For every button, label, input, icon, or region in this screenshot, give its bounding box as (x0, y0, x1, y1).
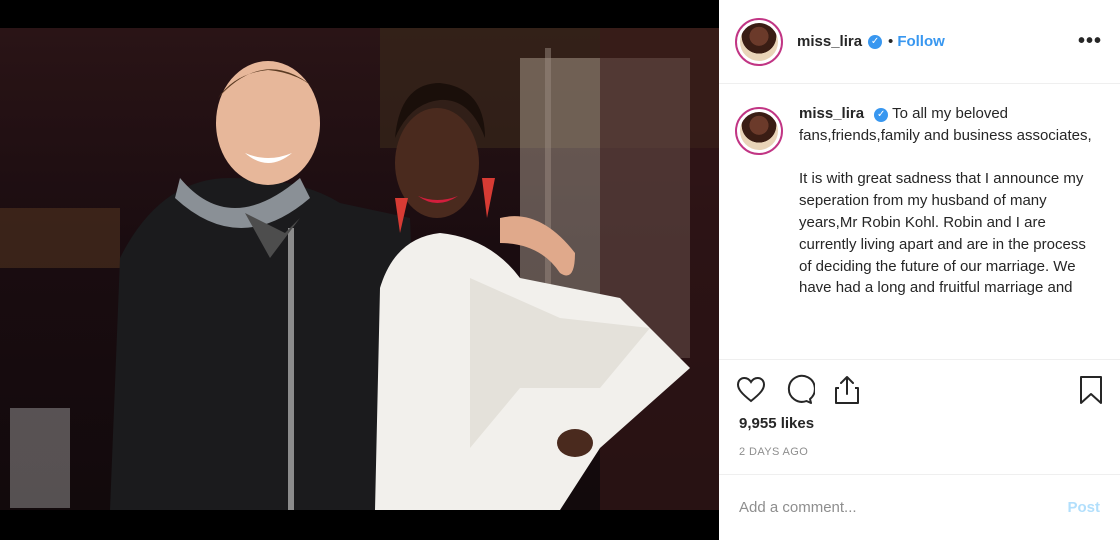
post-photo[interactable] (0, 28, 719, 510)
caption-username[interactable]: miss_lira (799, 105, 864, 122)
avatar-image (740, 112, 778, 150)
post-header: miss_lira ✓ • Follow ••• (719, 0, 1120, 84)
comment-icon[interactable] (783, 374, 815, 406)
share-icon[interactable] (831, 374, 863, 406)
instagram-post: miss_lira ✓ • Follow ••• miss_lira ✓ To … (0, 0, 1120, 540)
follow-button[interactable]: Follow (897, 33, 945, 50)
bookmark-icon[interactable] (1075, 374, 1107, 406)
post-timestamp[interactable]: 2 DAYS AGO (739, 446, 808, 458)
separator-dot: • (888, 33, 894, 50)
post-comment-button[interactable]: Post (1067, 499, 1100, 516)
caption-avatar[interactable] (735, 107, 783, 155)
verified-badge-icon: ✓ (874, 108, 889, 122)
comment-input[interactable] (739, 499, 1068, 516)
caption-text: To all my beloved fans,friends,family an… (799, 105, 1092, 297)
verified-badge-icon: ✓ (868, 34, 883, 49)
like-count[interactable]: 9,955 likes (739, 415, 814, 432)
caption: miss_lira ✓ To all my beloved fans,frien… (799, 103, 1099, 359)
photo-illustration (0, 28, 719, 510)
post-media (0, 0, 719, 540)
more-options-icon[interactable]: ••• (1078, 30, 1102, 53)
avatar-image (740, 22, 778, 61)
header-username[interactable]: miss_lira (797, 33, 862, 50)
author-avatar[interactable] (735, 17, 783, 66)
comment-box: Post (719, 474, 1120, 540)
heart-icon[interactable] (735, 374, 767, 406)
caption-area: miss_lira ✓ To all my beloved fans,frien… (719, 85, 1120, 359)
post-side-panel: miss_lira ✓ • Follow ••• miss_lira ✓ To … (719, 0, 1120, 540)
